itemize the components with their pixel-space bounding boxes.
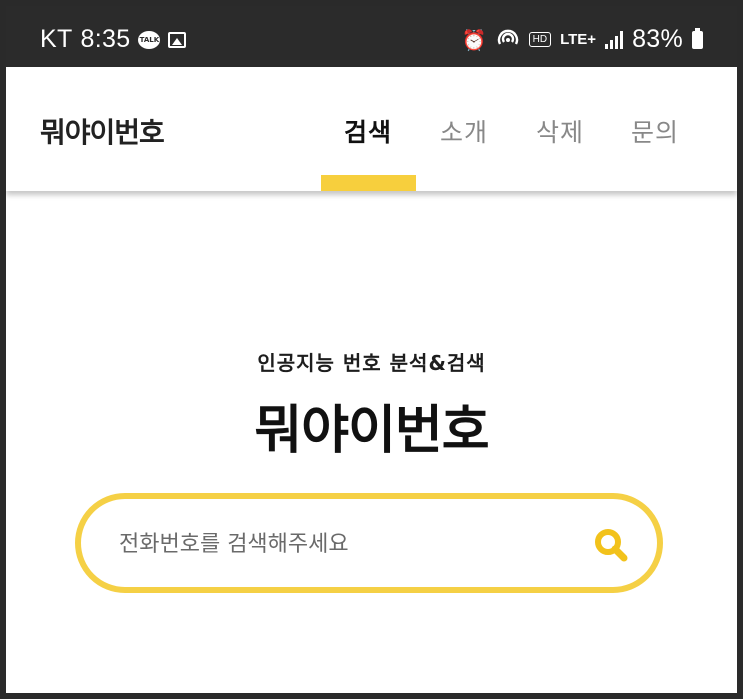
tab-delete[interactable]: 삭제 [536,113,584,149]
app-header: 뭐야이번호 검색 소개 삭제 문의 [6,67,737,191]
alarm-icon: ⏰ [461,27,487,52]
kakaotalk-icon: TALK [138,30,161,49]
battery-icon [692,27,703,49]
image-notification-icon [168,31,187,48]
status-bar-right: ⏰ HD LTE+ 83% [462,25,703,54]
network-type-label: LTE+ [560,31,597,48]
search-box [75,493,663,593]
hotspot-icon [496,28,520,51]
carrier-label: KT [40,25,73,53]
clock: 8:35 [80,25,131,53]
tab-about[interactable]: 소개 [440,113,488,149]
hero-title: 뭐야이번호 [254,401,489,461]
active-tab-indicator [321,175,416,191]
search-button[interactable] [591,525,631,565]
tab-contact[interactable]: 문의 [631,113,679,149]
search-icon [595,529,628,562]
hd-voice-badge: HD [528,32,552,47]
app-frame: KT 8:35 TALK ⏰ HD LTE+ 83% 뭐야이번호 검색 소개 삭… [6,6,737,693]
site-logo[interactable]: 뭐야이번호 [40,111,165,151]
battery-percent: 83% [632,25,683,53]
phone-search-input[interactable] [117,525,591,563]
tab-search[interactable]: 검색 [344,113,392,149]
hero-subtitle: 인공지능 번호 분석&검색 [257,351,486,375]
signal-strength-icon [605,30,624,49]
status-bar-left: KT 8:35 TALK [40,25,187,54]
status-bar: KT 8:35 TALK ⏰ HD LTE+ 83% [6,6,737,67]
